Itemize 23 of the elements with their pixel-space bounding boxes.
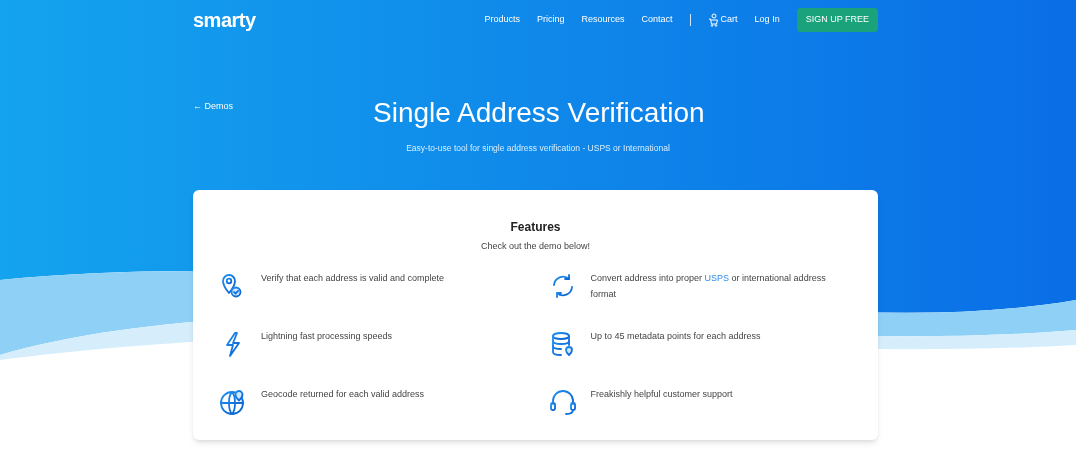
cart-link[interactable]: Cart <box>707 13 738 27</box>
feature-text: Up to 45 metadata points for each address <box>590 329 762 343</box>
nav-link[interactable]: Products <box>484 13 520 27</box>
nav-link[interactable]: Pricing <box>537 13 565 27</box>
headset-icon <box>548 387 577 416</box>
nav-link[interactable]: Contact <box>641 13 673 27</box>
page-subtitle: Easy-to-use tool for single address verification - USPS or International <box>405 142 671 155</box>
logo[interactable]: smarty <box>193 5 256 35</box>
feature-text: Geocode returned for each valid address <box>261 387 426 401</box>
page-title: Single Address Verification <box>373 96 703 130</box>
card-title: Features <box>510 219 561 236</box>
feature-text: Convert address into proper USPS or international address format <box>590 271 827 301</box>
cart-icon <box>707 13 718 27</box>
card-subtitle: Check out the demo below! <box>480 240 591 253</box>
back-link[interactable]: ← Demos <box>193 100 233 114</box>
feature-text: Freakishly helpful customer support <box>590 387 734 401</box>
nav-link[interactable]: Resources <box>581 13 625 27</box>
feature-text: Verify that each address is valid and complete <box>261 271 446 285</box>
globe-pin-icon <box>219 387 247 416</box>
feature-text: Lightning fast processing speeds <box>261 329 394 343</box>
signup-button[interactable]: SIGN UP FREE <box>796 8 878 32</box>
login-link[interactable]: Log In <box>754 13 780 27</box>
usps-link[interactable]: USPS <box>704 272 730 283</box>
